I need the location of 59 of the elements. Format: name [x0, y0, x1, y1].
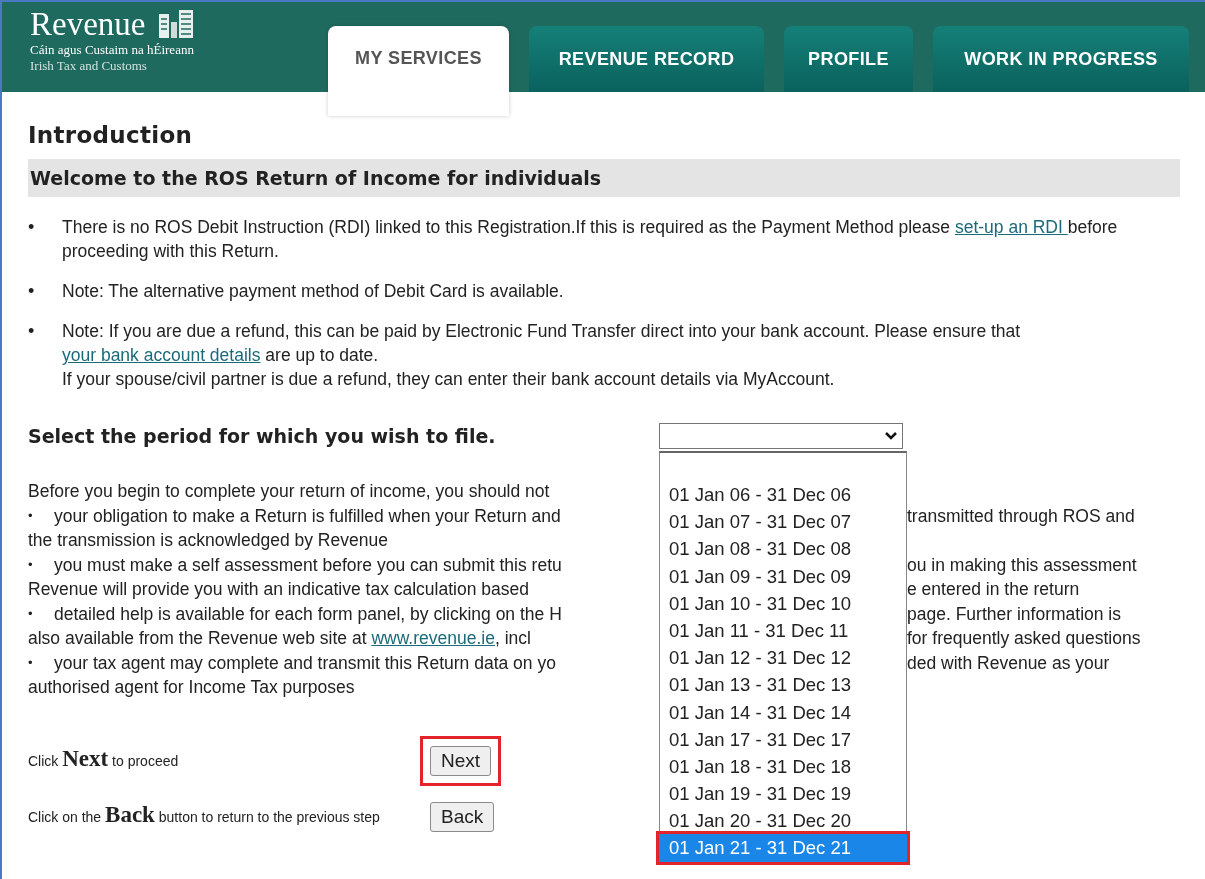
info-text: authorised agent for Income Tax purposes [28, 677, 355, 697]
info-text: your obligation to make a Return is fulfilled when your Return and [54, 505, 561, 526]
logo-subtitle: Irish Tax and Customs [30, 58, 148, 74]
period-dropdown[interactable] [659, 423, 903, 449]
nav-button[interactable]: Next [430, 745, 492, 776]
dropdown-option[interactable]: 01 Jan 08 - 31 Dec 08 [663, 535, 903, 563]
section-banner: Welcome to the ROS Return of Income for individuals [28, 159, 1180, 197]
dropdown-option[interactable]: 01 Jan 11 - 31 Dec 11 [663, 616, 903, 645]
link[interactable]: set-up an RDI [954, 217, 1068, 237]
dropdown-option[interactable]: 01 Jan 19 - 31 Dec 19 [663, 780, 903, 808]
instruction-text: Click Next to proceed [28, 745, 180, 772]
bullet-icon: • [28, 279, 62, 303]
dropdown-option[interactable]: 01 Jan 06 - 31 Dec 06 [663, 481, 903, 509]
nav-tab[interactable]: PROFILE [784, 26, 913, 92]
bullet-icon: • [28, 552, 54, 577]
info-text: ded with Revenue as your [907, 651, 1110, 675]
bullet-icon: • [28, 215, 62, 263]
note-text: Note: If you are due a refund, this can be paid by Electronic Fund Transfer direct into your bank account. Please ensure that your bank account details are up to date. If your spouse/civil partner is due a refund, they can enter their bank account details via MyAccount. [62, 320, 1022, 391]
logo-subtitle: Cáin agus Custaim na hÉireann [30, 42, 195, 58]
dropdown-option[interactable]: 01 Jan 12 - 31 Dec 12 [663, 644, 903, 672]
dropdown-option[interactable]: 01 Jan 10 - 31 Dec 10 [663, 589, 903, 617]
nav-tab[interactable]: MY SERVICES [328, 26, 509, 116]
bullet-icon: • [28, 601, 54, 626]
instruction-text: Click on the Back button to return to the previous step [28, 801, 381, 828]
dropdown-option[interactable]: 01 Jan 18 - 31 Dec 18 [663, 752, 903, 781]
dropdown-option[interactable]: 01 Jan 07 - 31 Dec 07 [663, 508, 903, 536]
page-heading: Introduction [28, 122, 194, 148]
info-text: also available from the Revenue web site at www.revenue.ie, incl [28, 628, 531, 648]
link[interactable]: your bank account details [62, 345, 261, 365]
note-text: Note: The alternative payment method of Debit Card is available. [62, 280, 565, 303]
dropdown-option[interactable]: 01 Jan 17 - 31 Dec 17 [663, 725, 903, 753]
chevron-icon [884, 431, 898, 441]
building-icon [159, 10, 194, 38]
logo-text: Revenue [30, 6, 146, 42]
info-text: you must make a self assessment before you can submit this retu [54, 554, 562, 575]
dropdown-option[interactable]: 01 Jan 14 - 31 Dec 14 [663, 698, 903, 726]
info-text: Revenue will provide you with an indicative tax calculation based [28, 579, 529, 599]
dropdown-option[interactable]: 01 Jan 20 - 31 Dec 20 [663, 807, 903, 835]
info-text: for frequently asked questions [907, 627, 1141, 650]
info-text: page. Further information is [907, 602, 1121, 626]
nav-button[interactable]: Back [430, 801, 495, 832]
dropdown-option[interactable]: 01 Jan 21 - 31 Dec 21 [659, 834, 907, 862]
dropdown-option[interactable]: 01 Jan 09 - 31 Dec 09 [663, 562, 903, 590]
bullet-icon: • [28, 319, 62, 391]
nav-tab[interactable]: WORK IN PROGRESS [933, 26, 1189, 92]
dropdown-option[interactable]: 01 Jan 13 - 31 Dec 13 [663, 671, 903, 699]
info-text: your tax agent may complete and transmit this Return data on yo [54, 652, 556, 673]
link[interactable]: www.revenue.ie [371, 628, 495, 648]
info-text: e entered in the return [907, 578, 1080, 601]
bullet-icon: • [28, 650, 54, 675]
field-label: Select the period for which you wish to file. [28, 425, 497, 447]
info-text: detailed help is available for each form panel, by clicking on the H [54, 603, 562, 624]
info-text: transmitted through ROS and [907, 504, 1135, 528]
info-text: Before you begin to complete your return of income, you should not [28, 481, 550, 501]
note-text: There is no ROS Debit Instruction (RDI) linked to this Registration.If this is required as the Payment Method please set-up an RDI before proceeding with this Return. [62, 216, 1119, 263]
info-text: ou in making this assessment [907, 553, 1137, 577]
nav-tab[interactable]: REVENUE RECORD [529, 26, 764, 92]
info-text: the transmission is acknowledged by Revenue [28, 530, 388, 550]
bullet-icon: • [28, 503, 54, 528]
